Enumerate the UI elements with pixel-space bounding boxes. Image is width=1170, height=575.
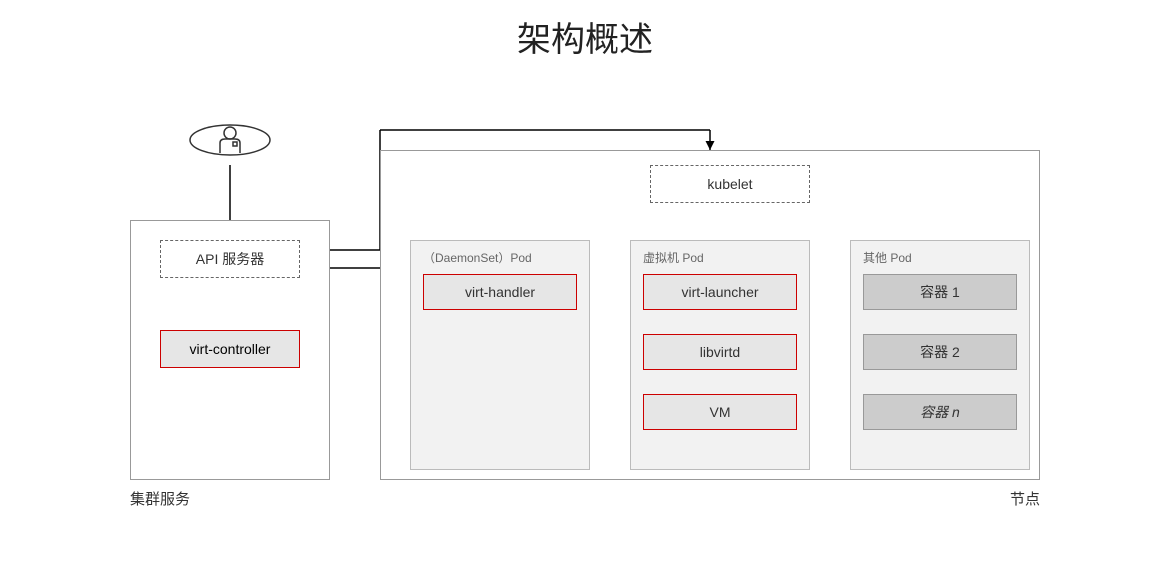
other-pod-box: 其他 Pod 容器 1 容器 2 容器 n bbox=[850, 240, 1030, 470]
diagram-title: 架构概述 bbox=[0, 0, 1170, 61]
cluster-label: 集群服务 bbox=[130, 488, 190, 509]
node-label: 节点 bbox=[1010, 488, 1040, 509]
vm-pod-title: 虚拟机 Pod bbox=[643, 249, 797, 266]
virt-controller-box: virt-controller bbox=[160, 330, 300, 368]
user-icon bbox=[185, 115, 275, 165]
api-server-box: API 服务器 bbox=[160, 240, 300, 278]
kubelet-box: kubelet bbox=[650, 165, 810, 203]
virt-handler-box: virt-handler bbox=[423, 274, 577, 310]
vm-pod-box: 虚拟机 Pod virt-launcher libvirtd VM bbox=[630, 240, 810, 470]
vm-box: VM bbox=[643, 394, 797, 430]
virt-launcher-box: virt-launcher bbox=[643, 274, 797, 310]
libvirtd-box: libvirtd bbox=[643, 334, 797, 370]
daemonset-pod-box: （DaemonSet）Pod virt-handler bbox=[410, 240, 590, 470]
container-2-box: 容器 2 bbox=[863, 334, 1017, 370]
architecture-diagram: 集群服务 API 服务器 virt-controller 节点 kubelet … bbox=[130, 90, 1040, 520]
container-n-box: 容器 n bbox=[863, 394, 1017, 430]
container-1-box: 容器 1 bbox=[863, 274, 1017, 310]
other-pod-title: 其他 Pod bbox=[863, 249, 1017, 266]
daemonset-pod-title: （DaemonSet）Pod bbox=[423, 249, 577, 266]
